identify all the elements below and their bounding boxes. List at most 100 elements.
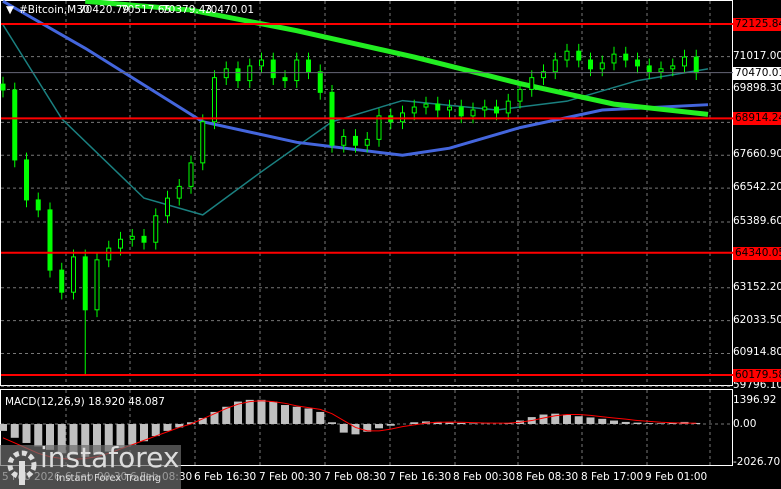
candle-body xyxy=(247,65,253,82)
price-axis-label: 60914.80 xyxy=(733,346,781,359)
macd-histogram-bar xyxy=(457,422,466,424)
macd-histogram-bar xyxy=(586,417,595,424)
macd-histogram-bar xyxy=(339,424,348,433)
macd-histogram-bar xyxy=(386,424,395,426)
candle-body xyxy=(623,53,629,61)
price-axis-label: 67660.90 xyxy=(733,148,781,161)
macd-histogram-bar xyxy=(304,408,313,424)
time-axis-label: 7 Feb 00:30 xyxy=(259,471,322,483)
watermark-brand: instaforex xyxy=(40,441,180,474)
candle-body xyxy=(599,62,605,70)
header-close: 70470.01 xyxy=(204,4,255,16)
candle-body xyxy=(693,56,699,74)
macd-axis-zero: 0.00 xyxy=(733,418,757,430)
candle-body xyxy=(165,197,170,217)
macd-title: MACD(12,26,9) 18.920 48.087 xyxy=(5,396,165,408)
candle-body xyxy=(400,112,405,123)
candle-body xyxy=(24,159,29,201)
time-axis-label: 8 Feb 08:30 xyxy=(516,471,579,483)
candle-body xyxy=(588,59,593,70)
time-axis-label: 8 Feb 00:30 xyxy=(453,471,516,483)
macd-histogram-bar xyxy=(645,423,654,424)
macd-histogram-bar xyxy=(269,401,278,424)
candle-body xyxy=(470,109,476,117)
macd-histogram-bar xyxy=(445,422,454,424)
candle-body xyxy=(153,215,159,243)
header-dropdown-icon[interactable]: ▼ xyxy=(6,4,14,16)
price-chart[interactable] xyxy=(0,0,781,489)
candle-body xyxy=(82,256,88,311)
candle-body xyxy=(212,77,217,123)
macd-histogram-bar xyxy=(574,416,583,424)
candle-body xyxy=(259,59,264,67)
macd-histogram-bar xyxy=(245,399,254,424)
macd-axis-max: 1396.92 xyxy=(733,394,777,406)
candle-body xyxy=(576,50,582,61)
candle-body xyxy=(494,106,499,114)
price-axis-label: 65389.60 xyxy=(733,214,781,227)
candle-body xyxy=(141,235,147,243)
candle-body xyxy=(341,135,347,146)
macd-histogram-bar xyxy=(292,406,301,424)
time-axis-label: 6 Feb 16:30 xyxy=(194,471,257,483)
macd-histogram-bar xyxy=(375,424,383,429)
macd-histogram-bar xyxy=(316,411,325,424)
candle-body xyxy=(106,247,112,261)
level-price-label: 72125.84 xyxy=(733,18,781,31)
candle-body xyxy=(552,59,558,73)
candle-body xyxy=(364,138,370,146)
candle-body xyxy=(458,106,464,117)
candle-body xyxy=(129,235,135,240)
macd-histogram-bar xyxy=(163,424,172,431)
level-price-label: 64340.05 xyxy=(733,246,781,260)
macd-histogram-bar xyxy=(257,399,266,424)
macd-axis-min: -2026.702 xyxy=(733,456,781,468)
candle-body xyxy=(0,83,6,91)
level-price-label: 60179.58 xyxy=(733,369,781,383)
macd-histogram-bar xyxy=(0,424,7,431)
candle-body xyxy=(200,121,206,164)
price-axis-label: 62033.50 xyxy=(733,313,781,326)
macd-histogram-bar xyxy=(539,414,548,424)
price-axis-label: 71017.00 xyxy=(733,49,781,62)
candle-body xyxy=(118,238,123,249)
candle-body xyxy=(658,68,664,73)
candle-body xyxy=(317,71,323,93)
gear-logo-icon xyxy=(7,450,37,485)
candle-body xyxy=(482,106,488,111)
current-price-label: 70470.01 xyxy=(733,66,781,80)
level-price-label: 68914.24 xyxy=(733,112,781,126)
candle-body xyxy=(376,115,382,140)
candle-body xyxy=(270,59,276,79)
candle-body xyxy=(635,59,640,67)
candle-body xyxy=(646,65,652,73)
macd-histogram-bar xyxy=(140,424,148,442)
candle-body xyxy=(71,256,76,293)
candle-body xyxy=(447,106,452,111)
candle-body xyxy=(47,209,53,271)
candle-body xyxy=(411,106,417,114)
macd-histogram-bar xyxy=(621,421,630,424)
macd-histogram-bar xyxy=(281,405,289,424)
candle-body xyxy=(529,77,535,90)
watermark-tagline: Instant Forex Trading xyxy=(56,473,162,484)
candle-body xyxy=(94,259,100,311)
macd-histogram-bar xyxy=(633,422,642,424)
candle-body xyxy=(505,100,511,114)
time-axis-label: 7 Feb 08:30 xyxy=(324,471,387,483)
macd-histogram-bar xyxy=(469,423,477,424)
candle-body xyxy=(306,59,311,73)
macd-histogram-bar xyxy=(328,422,336,424)
instaforex-watermark: instaforex Instant Forex Trading xyxy=(0,441,181,489)
price-axis-label: 63152.20 xyxy=(733,280,781,293)
candle-body xyxy=(435,103,441,111)
macd-histogram-bar xyxy=(598,418,607,424)
candle-body xyxy=(611,53,617,64)
candle-body xyxy=(294,59,300,82)
time-axis-label: 8 Feb 17:00 xyxy=(581,471,644,483)
candle-body xyxy=(353,135,358,146)
candle-body xyxy=(423,103,429,108)
candle-body xyxy=(670,65,676,70)
macd-histogram-bar xyxy=(657,423,665,424)
candle-body xyxy=(564,50,570,61)
